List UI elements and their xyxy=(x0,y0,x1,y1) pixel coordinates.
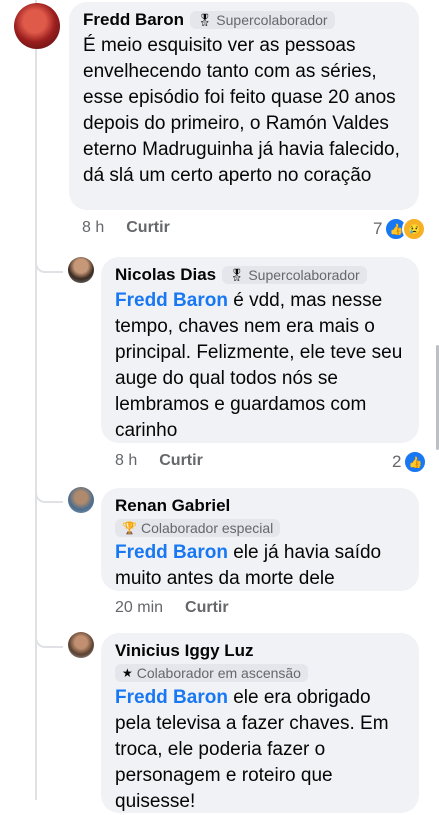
comment-author[interactable]: Renan Gabriel xyxy=(115,496,230,516)
star-icon: ★ xyxy=(122,666,133,680)
reaction-summary[interactable]: 7 👍 😢 xyxy=(373,217,427,241)
comment-bubble: Nicolas Dias 🎖 Supercolaborador Fredd Ba… xyxy=(101,257,419,443)
comment-time[interactable]: 8 h xyxy=(115,452,137,470)
like-button[interactable]: Curtir xyxy=(185,599,229,617)
like-button[interactable]: Curtir xyxy=(126,219,170,237)
like-icon: 👍 xyxy=(403,450,428,474)
like-button[interactable]: Curtir xyxy=(159,452,203,470)
sad-icon: 😢 xyxy=(402,217,427,241)
thread-branch xyxy=(35,465,63,503)
comment-bubble: Fredd Baron 🎖 Supercolaborador É meio es… xyxy=(69,2,419,210)
comment-actions: 8 h Curtir xyxy=(82,219,170,237)
comment-bubble: Renan Gabriel 🏆 Colaborador especial Fre… xyxy=(101,488,419,591)
badge-label: Supercolaborador xyxy=(216,12,328,28)
reaction-summary[interactable]: 2 👍 xyxy=(392,450,428,474)
badge-label: Colaborador em ascensão xyxy=(136,665,301,681)
thread-line xyxy=(35,0,37,800)
comment-time[interactable]: 20 min xyxy=(115,599,163,617)
avatar[interactable] xyxy=(68,632,94,658)
thread-branch xyxy=(35,610,63,648)
contributor-badge[interactable]: ★ Colaborador em ascensão xyxy=(115,664,308,682)
comment-text: É meio esquisito ver as pessoas envelhec… xyxy=(83,35,400,186)
trophy-icon: 🏆 xyxy=(122,521,137,535)
reaction-count: 7 xyxy=(373,219,383,238)
reaction-count: 2 xyxy=(392,452,402,471)
comment-time[interactable]: 8 h xyxy=(82,219,104,237)
comment-body: é vdd, mas nesse tempo, chaves nem era m… xyxy=(115,290,403,441)
badge-label: Supercolaborador xyxy=(248,267,360,283)
thread-branch xyxy=(35,235,63,273)
comment-actions: 20 min Curtir xyxy=(115,599,229,617)
avatar[interactable] xyxy=(68,257,94,283)
contributor-badge[interactable]: 🎖 Supercolaborador xyxy=(190,11,335,29)
badge-label: Colaborador especial xyxy=(140,520,274,536)
medal-icon: 🎖 xyxy=(197,13,213,27)
comment-text: Fredd Baron é vdd, mas nesse tempo, chav… xyxy=(115,288,405,444)
comment-text: Fredd Baron ele era obrigado pela televi… xyxy=(115,685,405,815)
medal-icon: 🎖 xyxy=(229,268,245,282)
mention-link[interactable]: Fredd Baron xyxy=(115,687,228,708)
mention-link[interactable]: Fredd Baron xyxy=(115,290,228,311)
comment-author[interactable]: Fredd Baron xyxy=(83,10,184,30)
comment-author[interactable]: Vinicius Iggy Luz xyxy=(115,641,254,661)
avatar[interactable] xyxy=(14,3,60,49)
avatar[interactable] xyxy=(68,487,94,513)
comment-actions: 8 h Curtir xyxy=(115,452,203,470)
comment-bubble: Vinicius Iggy Luz ★ Colaborador em ascen… xyxy=(101,633,419,813)
comment-text: Fredd Baron ele já havia saído muito ant… xyxy=(115,540,405,592)
contributor-badge[interactable]: 🎖 Supercolaborador xyxy=(222,266,367,284)
mention-link[interactable]: Fredd Baron xyxy=(115,542,228,563)
contributor-badge[interactable]: 🏆 Colaborador especial xyxy=(115,519,281,537)
comment-author[interactable]: Nicolas Dias xyxy=(115,265,216,285)
